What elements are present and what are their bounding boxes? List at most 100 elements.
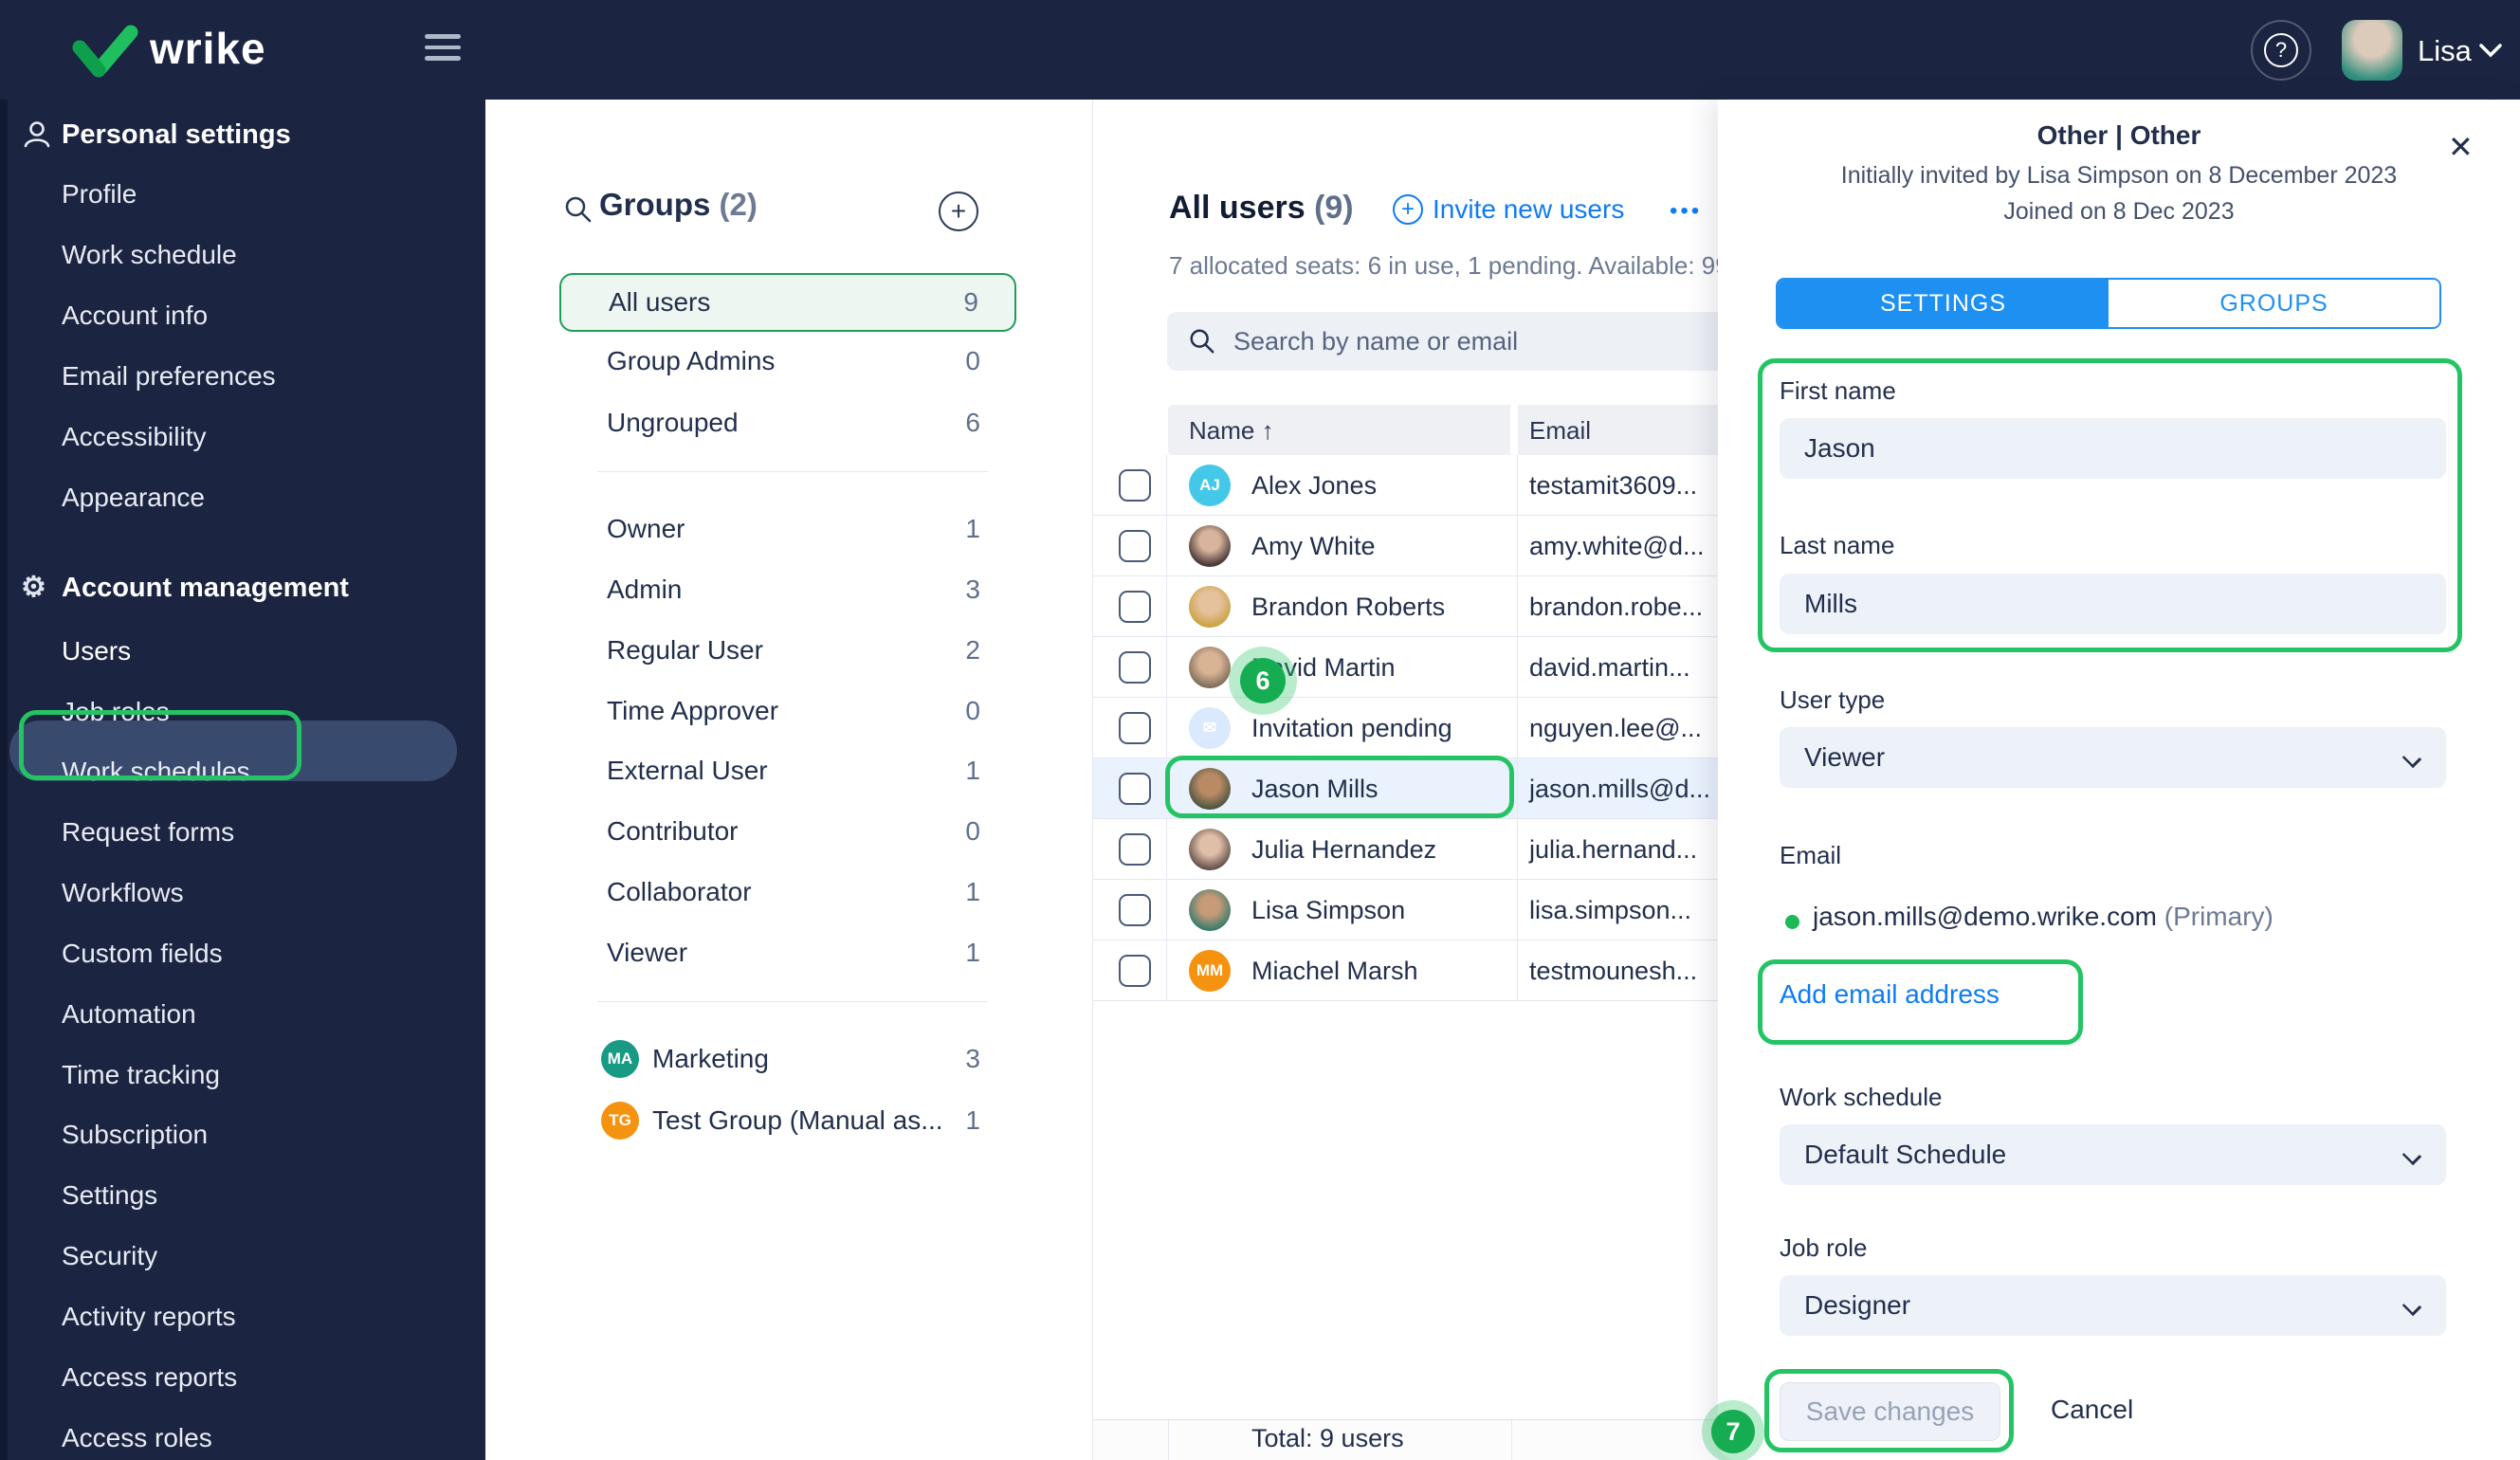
brand-wordmark: wrike [150,24,266,73]
role-item-admin[interactable]: Admin 3 [559,561,1016,618]
role-item-owner[interactable]: Owner 1 [559,501,1016,557]
primary-email: jason.mills@demo.wrike.com (Primary) [1813,902,2273,931]
sidebar-item-account-info[interactable]: Account info [8,285,493,346]
last-name-label: Last name [1780,531,1895,559]
group-item-ungrouped[interactable]: Ungrouped 6 [559,394,1016,451]
sidebar-item-subscription[interactable]: Subscription [8,1104,493,1165]
role-item-viewer[interactable]: Viewer 1 [559,924,1016,981]
step-badge-7: 7 [1702,1400,1764,1460]
column-header-name[interactable]: Name ↑ [1168,405,1510,456]
chevron-down-icon [2401,1296,2422,1317]
sidebar-item-job-roles[interactable]: Job roles [8,682,493,742]
row-checkbox[interactable] [1119,773,1151,805]
invited-line: Initially invited by Lisa Simpson on 8 D… [1840,162,2398,189]
user-type-select[interactable]: Viewer [1780,727,2446,788]
add-group-button[interactable]: + [939,192,978,231]
tab-groups[interactable]: GROUPS [2109,280,2439,327]
row-checkbox[interactable] [1119,894,1151,926]
topbar: wrike ? Lisa [0,0,2520,100]
table-footer: Total: 9 users [1093,1419,1757,1460]
groups-count: (2) [719,187,758,222]
role-item-collaborator[interactable]: Collaborator 1 [559,864,1016,921]
primary-tag: (Primary) [2164,902,2273,931]
role-item-external-user[interactable]: External User 1 [559,742,1016,799]
tab-settings[interactable]: SETTINGS [1778,280,2109,327]
save-changes-button[interactable]: Save changes [1780,1382,2000,1441]
search-icon [1190,329,1214,354]
user-menu[interactable]: Lisa [2418,34,2472,68]
row-checkbox[interactable] [1119,833,1151,866]
sidebar-item-work-schedules[interactable]: Work schedules [8,741,493,802]
sidebar-item-work-schedule[interactable]: Work schedule [8,225,493,285]
row-checkbox[interactable] [1119,469,1151,502]
row-checkbox[interactable] [1119,712,1151,744]
sidebar-item-workflows[interactable]: Workflows [8,863,493,923]
sidebar-item-custom-fields[interactable]: Custom fields [8,923,493,984]
chevron-down-icon[interactable] [2478,42,2503,59]
table-row-jason-mills[interactable]: Jason Mills jason.mills@d... [1093,758,1757,819]
role-item-contributor[interactable]: Contributor 0 [559,803,1016,860]
sidebar-item-security[interactable]: Security [8,1226,493,1287]
table-row-julia-hernandez[interactable]: Julia Hernandez julia.hernand... [1093,819,1757,880]
chevron-down-icon [2401,1145,2422,1166]
user-type-label: User type [1780,685,1886,714]
work-schedule-select[interactable]: Default Schedule [1780,1124,2446,1185]
help-button[interactable]: ? [2251,20,2311,81]
primary-email-status-dot [1785,915,1799,929]
team-item-test-group[interactable]: TG Test Group (Manual as... 1 [559,1092,1016,1149]
avatar-photo [1189,647,1231,688]
close-icon[interactable]: ✕ [2448,132,2474,162]
sort-ascending-icon: ↑ [1261,416,1274,445]
team-item-marketing[interactable]: MA Marketing 3 [559,1031,1016,1087]
table-row-miachel-marsh[interactable]: MM Miachel Marsh testmounesh... [1093,940,1757,1001]
sidebar-item-access-roles[interactable]: Access roles [8,1408,493,1460]
avatar-photo [1189,829,1231,870]
sidebar-item-email-preferences[interactable]: Email preferences [8,346,493,407]
row-checkbox[interactable] [1119,651,1151,684]
user-search[interactable] [1167,312,1755,371]
row-checkbox[interactable] [1119,530,1151,562]
cancel-button[interactable]: Cancel [2051,1395,2133,1425]
table-row-amy-white[interactable]: Amy White amy.white@d... [1093,516,1757,576]
add-email-link[interactable]: Add email address [1780,979,2000,1010]
search-input[interactable] [1232,325,1687,357]
sidebar-item-appearance[interactable]: Appearance [8,467,493,528]
groups-title: Groups (2) [599,187,758,222]
step-badge-6: 6 [1229,647,1297,715]
groups-panel: Groups (2) + All users 9 Group Admins 0 U… [485,100,1093,1460]
sidebar-item-accessibility[interactable]: Accessibility [8,407,493,467]
menu-hamburger-icon[interactable] [425,34,461,63]
avatar-initials: MM [1189,950,1231,992]
job-role-select[interactable]: Designer [1780,1275,2446,1336]
table-row-brandon-roberts[interactable]: Brandon Roberts brandon.robe... [1093,576,1757,637]
invite-new-users-button[interactable]: + Invite new users [1393,194,1624,225]
sidebar-item-automation[interactable]: Automation [8,984,493,1045]
sidebar-item-settings[interactable]: Settings [8,1165,493,1226]
role-item-time-approver[interactable]: Time Approver 0 [559,683,1016,739]
settings-sidebar: Personal settings Profile Work schedule … [0,100,485,1460]
group-item-group-admins[interactable]: Group Admins 0 [559,333,1016,390]
user-avatar[interactable] [2342,20,2402,81]
sidebar-item-time-tracking[interactable]: Time tracking [8,1045,493,1105]
sidebar-item-activity-reports[interactable]: Activity reports [8,1287,493,1347]
sidebar-item-users[interactable]: Users [8,621,493,682]
plus-circle-icon: + [1393,194,1423,225]
last-name-field[interactable]: Mills [1780,574,2446,634]
work-schedule-label: Work schedule [1780,1083,1943,1111]
team-avatar-tg: TG [601,1102,639,1140]
sidebar-item-profile[interactable]: Profile [8,164,493,225]
sidebar-item-request-forms[interactable]: Request forms [8,802,493,863]
more-menu-button[interactable]: ••• [1670,198,1702,225]
table-row-david-martin[interactable]: David Martin david.martin... [1093,637,1757,698]
row-checkbox[interactable] [1119,955,1151,987]
first-name-field[interactable]: Jason [1780,418,2446,479]
avatar-photo [1189,586,1231,628]
sidebar-item-access-reports[interactable]: Access reports [8,1347,493,1408]
question-icon: ? [2264,33,2298,67]
table-row-alex-jones[interactable]: AJ Alex Jones testamit3609... [1093,455,1757,516]
table-row-invitation-pending[interactable]: ✉ Invitation pending nguyen.lee@... [1093,698,1757,758]
table-row-lisa-simpson[interactable]: Lisa Simpson lisa.simpson... [1093,880,1757,940]
row-checkbox[interactable] [1119,591,1151,623]
group-item-all-users[interactable]: All users 9 [559,273,1016,332]
role-item-regular-user[interactable]: Regular User 2 [559,622,1016,679]
